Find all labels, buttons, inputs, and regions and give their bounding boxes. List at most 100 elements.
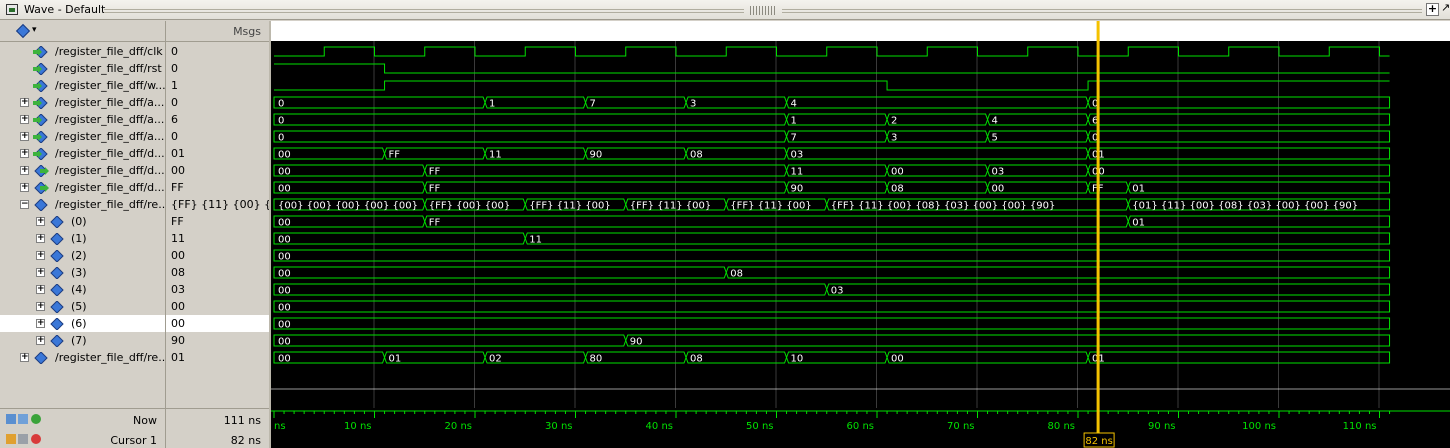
signal-row[interactable]: + /register_file_dff/a... bbox=[0, 111, 165, 128]
value-row[interactable]: 0 bbox=[166, 128, 269, 145]
bus-value-label: 00 bbox=[891, 167, 904, 178]
expand-icon[interactable]: + bbox=[20, 166, 29, 175]
expand-icon[interactable]: + bbox=[20, 183, 29, 192]
expand-icon[interactable]: + bbox=[20, 115, 29, 124]
signal-row[interactable]: /register_file_dff/w... bbox=[0, 77, 166, 94]
value-row[interactable]: 00 bbox=[166, 315, 269, 332]
bus-segment bbox=[273, 283, 828, 296]
signal-row[interactable]: + /register_file_dff/re... bbox=[0, 349, 169, 366]
signal-value: 6 bbox=[171, 113, 178, 126]
signal-value: 08 bbox=[171, 266, 185, 279]
ruler-tick-label: 80 ns bbox=[1048, 421, 1075, 432]
drag-grip-handle[interactable] bbox=[750, 6, 776, 15]
signal-row[interactable]: + (1) bbox=[0, 230, 165, 247]
bus-segment bbox=[786, 130, 888, 143]
value-row[interactable]: 03 bbox=[166, 281, 269, 298]
add-cursor-icon[interactable] bbox=[31, 414, 41, 424]
expand-icon[interactable]: + bbox=[36, 234, 45, 243]
signal-row[interactable]: + (7) bbox=[0, 332, 165, 349]
waveform-canvas[interactable]: 017340012460735000FF119008030100FF110003… bbox=[271, 21, 1450, 408]
bus-value-label: 00 bbox=[891, 354, 904, 365]
signal-row[interactable]: − /register_file_dff/re... bbox=[0, 196, 169, 213]
expand-icon[interactable]: + bbox=[36, 319, 45, 328]
time-ruler[interactable]: ns 10 ns 20 ns 30 ns 40 ns 50 ns 60 ns 70 ns 80 … bbox=[271, 408, 1450, 448]
bus-value-label: 02 bbox=[489, 354, 502, 365]
time-ruler-svg[interactable]: ns 10 ns 20 ns 30 ns 40 ns 50 ns 60 ns 70 ns 80 … bbox=[271, 408, 1450, 448]
signal-name: /register_file_dff/re... bbox=[55, 351, 169, 364]
bus-value-label: 00 bbox=[278, 252, 291, 263]
value-row[interactable]: 11 bbox=[166, 230, 269, 247]
signal-row[interactable]: + (5) bbox=[0, 298, 165, 315]
expand-icon[interactable]: + bbox=[36, 302, 45, 311]
input-signal-icon bbox=[33, 131, 48, 143]
signal-row[interactable]: /register_file_dff/clk bbox=[0, 43, 165, 60]
value-row[interactable]: 00 bbox=[166, 298, 269, 315]
signal-row[interactable]: + (3) bbox=[0, 264, 165, 281]
expand-icon[interactable]: + bbox=[36, 251, 45, 260]
expand-icon[interactable]: + bbox=[36, 217, 45, 226]
value-row[interactable]: 6 bbox=[166, 111, 269, 128]
value-row[interactable]: {FF} {11} {00} {... bbox=[166, 196, 282, 213]
edit-cursor-icon[interactable] bbox=[18, 434, 28, 444]
bus-value-label: 0 bbox=[278, 133, 284, 144]
w-wave bbox=[274, 80, 1390, 91]
signal-name: /register_file_dff/a... bbox=[55, 96, 165, 109]
bus-segment bbox=[786, 147, 1089, 160]
drag-grip[interactable] bbox=[104, 9, 744, 13]
bus-value-label: 00 bbox=[992, 184, 1005, 195]
signal-row[interactable]: + (4) bbox=[0, 281, 165, 298]
remove-cursor-icon[interactable] bbox=[31, 434, 41, 444]
bus-value-label: 4 bbox=[992, 116, 998, 127]
value-row[interactable]: 0 bbox=[166, 43, 269, 60]
signal-row[interactable]: + /register_file_dff/d... bbox=[0, 179, 165, 196]
value-row[interactable]: 01 bbox=[166, 145, 269, 162]
signal-name: /register_file_dff/rst bbox=[55, 62, 162, 75]
value-row[interactable]: 1 bbox=[166, 77, 269, 94]
signal-row[interactable]: /register_file_dff/rst bbox=[0, 60, 165, 77]
expand-icon[interactable]: + bbox=[20, 132, 29, 141]
bus-segment bbox=[1087, 147, 1391, 160]
bus-segment bbox=[273, 300, 1391, 313]
value-row[interactable]: 00 bbox=[166, 162, 269, 179]
wave-icon[interactable] bbox=[18, 414, 28, 424]
value-row[interactable]: 90 bbox=[166, 332, 269, 349]
value-row[interactable]: 08 bbox=[166, 264, 269, 281]
undock-icon[interactable]: ↗ bbox=[1441, 2, 1450, 16]
value-row[interactable]: FF bbox=[166, 179, 269, 196]
collapse-icon[interactable]: − bbox=[20, 200, 29, 209]
signal-name: (7) bbox=[71, 334, 87, 347]
lock-icon[interactable] bbox=[6, 434, 16, 444]
chevron-down-icon[interactable]: ▾ bbox=[32, 25, 37, 35]
signal-row[interactable]: + /register_file_dff/d... bbox=[0, 162, 165, 179]
signal-row[interactable]: + (2) bbox=[0, 247, 165, 264]
cursor-names-pane: Now Cursor 1 bbox=[0, 408, 165, 448]
maximize-button[interactable]: + bbox=[1426, 3, 1439, 16]
register-signal-icon bbox=[50, 301, 64, 313]
ruler-tick-label: 60 ns bbox=[847, 421, 874, 432]
signal-row[interactable]: + /register_file_dff/a... bbox=[0, 94, 165, 111]
value-row[interactable]: FF bbox=[166, 213, 269, 230]
expand-icon[interactable]: + bbox=[36, 285, 45, 294]
expand-icon[interactable]: + bbox=[20, 149, 29, 158]
expand-icon[interactable]: + bbox=[36, 268, 45, 277]
signal-row[interactable]: + (6) bbox=[0, 315, 165, 332]
bus-segment bbox=[1087, 113, 1391, 126]
bus-value-label: 08 bbox=[730, 269, 743, 280]
waveform-svg[interactable]: 017340012460735000FF119008030100FF110003… bbox=[271, 21, 1450, 408]
cursor-label[interactable]: Cursor 1 bbox=[110, 434, 157, 447]
expand-icon[interactable]: + bbox=[20, 98, 29, 107]
window-titlebar[interactable]: Wave - Default + ↗ bbox=[0, 0, 1450, 20]
value-row[interactable]: 00 bbox=[166, 247, 269, 264]
expand-icon[interactable]: + bbox=[20, 353, 29, 362]
zoom-icon[interactable] bbox=[6, 414, 16, 424]
signal-row[interactable]: + /register_file_dff/d... bbox=[0, 145, 165, 162]
expand-icon[interactable]: + bbox=[36, 336, 45, 345]
value-row[interactable]: 0 bbox=[166, 94, 269, 111]
now-value: 111 ns bbox=[223, 414, 261, 427]
signal-row[interactable]: + /register_file_dff/a... bbox=[0, 128, 165, 145]
value-row[interactable]: 01 bbox=[166, 349, 269, 366]
value-row[interactable]: 0 bbox=[166, 60, 269, 77]
signal-row[interactable]: + (0) bbox=[0, 213, 165, 230]
object-icon[interactable] bbox=[15, 23, 31, 39]
drag-grip[interactable] bbox=[782, 9, 1422, 13]
